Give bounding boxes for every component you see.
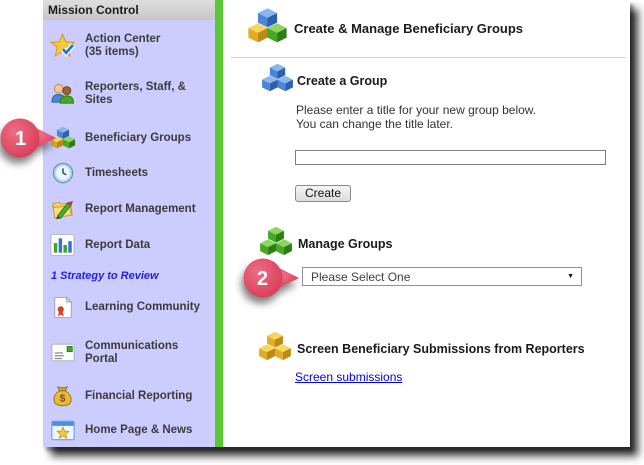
- strategy-review-note[interactable]: 1 Strategy to Review: [51, 270, 159, 282]
- sidebar-item-beneficiary-groups[interactable]: Beneficiary Groups: [49, 126, 211, 150]
- create-group-header: Create a Group: [261, 63, 387, 98]
- screenshot-canvas: Mission Control Action Center (35 items): [0, 0, 644, 465]
- page-title: Create & Manage Beneficiary Groups: [294, 21, 523, 36]
- screen-submissions-title: Screen Beneficiary Submissions from Repo…: [297, 342, 585, 356]
- annotation-number: 1: [15, 128, 26, 150]
- create-group-instructions: Please enter a title for your new group …: [296, 103, 536, 131]
- home-window-icon: [49, 420, 76, 441]
- sidebar-item-timesheets[interactable]: Timesheets: [49, 162, 211, 184]
- main-content: Create & Manage Beneficiary Groups Creat…: [223, 0, 630, 447]
- sidebar-item-label: Financial Reporting: [85, 390, 192, 403]
- sidebar-item-label: Report Data: [85, 239, 150, 252]
- annotation-balloon-1: 1: [0, 117, 58, 161]
- money-bag-icon: $: [49, 384, 76, 408]
- clock-icon: [49, 162, 76, 184]
- sidebar-item-label: Report Management: [85, 203, 196, 216]
- sidebar-item-report-management[interactable]: Report Management: [49, 198, 211, 221]
- manage-groups-title: Manage Groups: [298, 237, 392, 251]
- create-button[interactable]: Create: [295, 185, 351, 202]
- page-header: Create & Manage Beneficiary Groups: [247, 7, 523, 50]
- select-value: Please Select One: [303, 270, 567, 284]
- screen-submissions-header: Screen Beneficiary Submissions from Repo…: [258, 331, 585, 367]
- sidebar-item-reporters-staff-sites[interactable]: Reporters, Staff, & Sites: [49, 81, 211, 106]
- certificate-icon: [49, 296, 76, 319]
- envelope-icon: [49, 343, 76, 362]
- sidebar-item-label: Learning Community: [85, 301, 200, 314]
- screen-submissions-link[interactable]: Screen submissions: [295, 370, 402, 384]
- sidebar-item-home-page-news[interactable]: Home Page & News: [49, 420, 211, 441]
- create-group-title: Create a Group: [297, 74, 387, 88]
- cubes-yellow-icon: [258, 331, 292, 367]
- manage-groups-select[interactable]: Please Select One ▼: [302, 267, 582, 286]
- sidebar-item-financial-reporting[interactable]: $ Financial Reporting: [49, 384, 211, 408]
- sidebar-item-learning-community[interactable]: Learning Community: [49, 296, 211, 319]
- star-check-icon: [49, 33, 76, 58]
- svg-text:$: $: [60, 393, 66, 405]
- sidebar-item-label: Reporters, Staff, & Sites: [85, 81, 201, 106]
- sidebar-item-label: Timesheets: [85, 167, 148, 180]
- instruction-line: You can change the title later.: [296, 117, 536, 131]
- sidebar-item-label: Beneficiary Groups: [85, 132, 191, 145]
- sidebar-item-communications-portal[interactable]: Communications Portal: [49, 340, 211, 365]
- sidebar-item-label: Action Center: [85, 33, 160, 46]
- sidebar-item-count: (35 items): [85, 46, 160, 59]
- sidebar-item-action-center[interactable]: Action Center (35 items): [49, 33, 211, 58]
- folder-pencil-icon: [49, 198, 76, 221]
- sidebar-accent-divider: [215, 0, 223, 447]
- dropdown-arrow-icon: ▼: [567, 273, 581, 280]
- group-title-input[interactable]: [295, 150, 606, 165]
- sidebar: Mission Control Action Center (35 items): [43, 0, 215, 447]
- cubes-multicolor-icon: [247, 7, 288, 50]
- cubes-blue-icon: [261, 63, 294, 98]
- instruction-line: Please enter a title for your new group …: [296, 103, 536, 117]
- sidebar-item-label: Communications Portal: [85, 340, 201, 365]
- sidebar-item-label: Home Page & News: [85, 424, 192, 437]
- sidebar-item-report-data[interactable]: Report Data: [49, 233, 211, 257]
- app-window: Mission Control Action Center (35 items): [43, 0, 630, 447]
- section-divider: [231, 57, 626, 58]
- people-icon: [49, 82, 76, 105]
- annotation-number: 2: [257, 268, 268, 290]
- sidebar-header: Mission Control: [43, 0, 215, 20]
- bar-chart-icon: [49, 233, 76, 257]
- annotation-balloon-2: 2: [243, 257, 301, 301]
